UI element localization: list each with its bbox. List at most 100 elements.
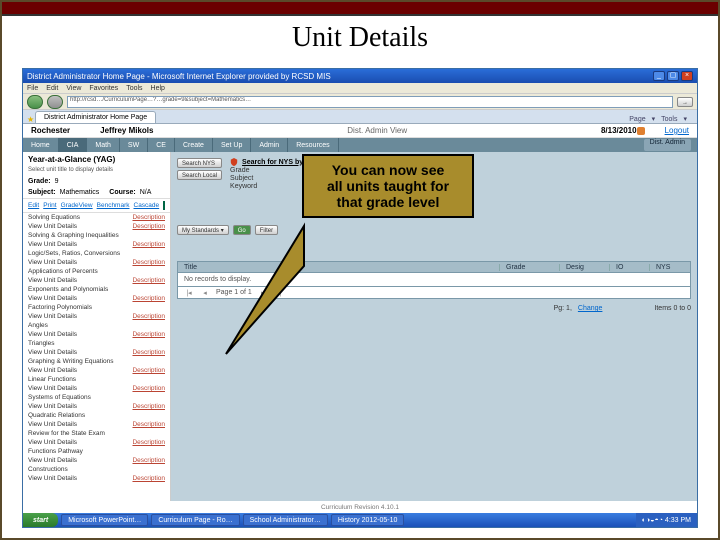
nav-ce[interactable]: CE — [148, 138, 175, 152]
unit-description-link[interactable]: Description — [132, 331, 165, 338]
unit-description-link[interactable]: Description — [132, 475, 165, 482]
nav-sw[interactable]: SW — [120, 138, 148, 152]
browser-tab[interactable]: District Administrator Home Page — [35, 111, 156, 123]
nav-cia[interactable]: CIA — [59, 138, 88, 152]
tools-tools[interactable]: Tools — [661, 116, 677, 123]
yag-edit[interactable]: Edit — [28, 202, 39, 209]
menu-help[interactable]: Help — [151, 85, 165, 92]
unit-description-link[interactable]: Description — [132, 385, 165, 392]
unit-description-link[interactable]: Description — [132, 367, 165, 374]
unit-row[interactable]: Review for the State Exam — [23, 429, 170, 438]
col-desig[interactable]: Desig — [560, 264, 610, 271]
yag-cascade[interactable]: Cascade — [134, 202, 160, 209]
nav-resources[interactable]: Resources — [288, 138, 338, 152]
unit-row[interactable]: View Unit DetailsDescription — [23, 366, 170, 375]
unit-row[interactable]: View Unit DetailsDescription — [23, 474, 170, 483]
unit-row[interactable]: View Unit DetailsDescription — [23, 330, 170, 339]
close-button[interactable]: × — [681, 71, 693, 81]
unit-row[interactable]: Factoring Polynomials — [23, 303, 170, 312]
unit-description-link[interactable]: Description — [132, 241, 165, 248]
unit-description-link[interactable]: Description — [132, 214, 165, 221]
yag-benchmark[interactable]: Benchmark — [97, 202, 130, 209]
yag-print[interactable]: Print — [43, 202, 56, 209]
logout-link[interactable]: Logout — [665, 126, 689, 135]
unit-row[interactable]: View Unit DetailsDescription — [23, 402, 170, 411]
unit-row[interactable]: View Unit DetailsDescription — [23, 456, 170, 465]
taskbar-btn-4[interactable]: History 2012-05-10 — [331, 514, 405, 526]
unit-row[interactable]: Systems of Equations — [23, 393, 170, 402]
tray-icons[interactable]: ◐◑◒◓◔ — [642, 517, 663, 524]
col-grade[interactable]: Grade — [500, 264, 560, 271]
unit-description-link[interactable]: Description — [132, 421, 165, 428]
unit-description-link[interactable]: Description — [132, 457, 165, 464]
search-field-subject[interactable]: Subject — [230, 175, 305, 182]
unit-row[interactable]: View Unit DetailsDescription — [23, 348, 170, 357]
search-local-button[interactable]: Search Local — [177, 170, 222, 180]
tools-page[interactable]: Page — [629, 116, 645, 123]
unit-description-link[interactable]: Description — [132, 403, 165, 410]
menu-favorites[interactable]: Favorites — [89, 85, 118, 92]
unit-row[interactable]: Quadratic Relations — [23, 411, 170, 420]
nav-create[interactable]: Create — [175, 138, 213, 152]
unit-row[interactable]: View Unit DetailsDescription — [23, 312, 170, 321]
ie-titlebar[interactable]: District Administrator Home Page - Micro… — [23, 69, 697, 83]
unit-description-link[interactable]: Description — [132, 259, 165, 266]
unit-row[interactable]: Constructions — [23, 465, 170, 474]
unit-row[interactable]: View Unit DetailsDescription — [23, 258, 170, 267]
menu-file[interactable]: File — [27, 85, 38, 92]
unit-row[interactable]: Solving & Graphing Inequalities — [23, 231, 170, 240]
col-nys[interactable]: NYS — [650, 264, 690, 271]
unit-row[interactable]: View Unit DetailsDescription — [23, 276, 170, 285]
pager-first-icon[interactable]: |◂ — [184, 289, 194, 297]
unit-row[interactable]: Solving EquationsDescription — [23, 213, 170, 222]
unit-description-link[interactable]: Description — [132, 295, 165, 302]
taskbar-btn-2[interactable]: Curriculum Page - Ro… — [151, 514, 239, 526]
unit-row[interactable]: View Unit DetailsDescription — [23, 240, 170, 249]
unit-row[interactable]: Applications of Percents — [23, 267, 170, 276]
favorites-star-icon[interactable]: ★ — [27, 115, 35, 123]
nav-admin[interactable]: Admin — [251, 138, 288, 152]
minimize-button[interactable]: _ — [653, 71, 665, 81]
taskbar-btn-1[interactable]: Microsoft PowerPoint… — [61, 514, 148, 526]
pager-prev-icon[interactable]: ◂ — [200, 289, 210, 297]
my-standards-dropdown[interactable]: My Standards ▾ — [177, 225, 229, 235]
search-field-grade[interactable]: Grade — [230, 167, 305, 174]
unit-description-link[interactable]: Description — [132, 223, 165, 230]
menu-view[interactable]: View — [66, 85, 81, 92]
unit-row[interactable]: Logic/Sets, Ratios, Conversions — [23, 249, 170, 258]
unit-row[interactable]: Angles — [23, 321, 170, 330]
unit-row[interactable]: View Unit DetailsDescription — [23, 294, 170, 303]
unit-description-link[interactable]: Description — [132, 349, 165, 356]
go-button[interactable]: → — [677, 97, 693, 107]
unit-description-link[interactable]: Description — [132, 277, 165, 284]
col-io[interactable]: IO — [610, 264, 650, 271]
system-tray[interactable]: ◐◑◒◓◔ 4:33 PM — [636, 513, 697, 527]
unit-row[interactable]: View Unit DetailsDescription — [23, 438, 170, 447]
menu-edit[interactable]: Edit — [46, 85, 58, 92]
change-page-link[interactable]: Change — [578, 305, 603, 312]
unit-description-link[interactable]: Description — [132, 439, 165, 446]
menu-tools[interactable]: Tools — [126, 85, 142, 92]
start-button[interactable]: start — [23, 513, 58, 527]
yag-gradeview[interactable]: GradeView — [61, 202, 93, 209]
maximize-button[interactable]: ▢ — [667, 71, 679, 81]
unit-row[interactable]: View Unit DetailsDescription — [23, 384, 170, 393]
search-field-keyword[interactable]: Keyword — [230, 183, 305, 190]
unit-row[interactable]: Exponents and Polynomials — [23, 285, 170, 294]
unit-row[interactable]: View Unit DetailsDescription — [23, 222, 170, 231]
excel-icon[interactable] — [163, 201, 165, 210]
unit-row[interactable]: Linear Functions — [23, 375, 170, 384]
unit-row[interactable]: View Unit DetailsDescription — [23, 420, 170, 429]
taskbar-btn-3[interactable]: School Administrator… — [243, 514, 328, 526]
unit-row[interactable]: Graphing & Writing Equations — [23, 357, 170, 366]
nav-home[interactable]: Home — [23, 138, 59, 152]
forward-button[interactable] — [47, 95, 63, 109]
nav-setup[interactable]: Set Up — [213, 138, 251, 152]
unit-row[interactable]: Functions Pathway — [23, 447, 170, 456]
search-nys-button[interactable]: Search NYS — [177, 158, 222, 168]
unit-description-link[interactable]: Description — [132, 313, 165, 320]
unit-row[interactable]: Triangles — [23, 339, 170, 348]
back-button[interactable] — [27, 95, 43, 109]
address-bar[interactable]: http://rcsd…/CurriculumPage…?…grade=9&su… — [67, 96, 673, 108]
nav-math[interactable]: Math — [87, 138, 120, 152]
